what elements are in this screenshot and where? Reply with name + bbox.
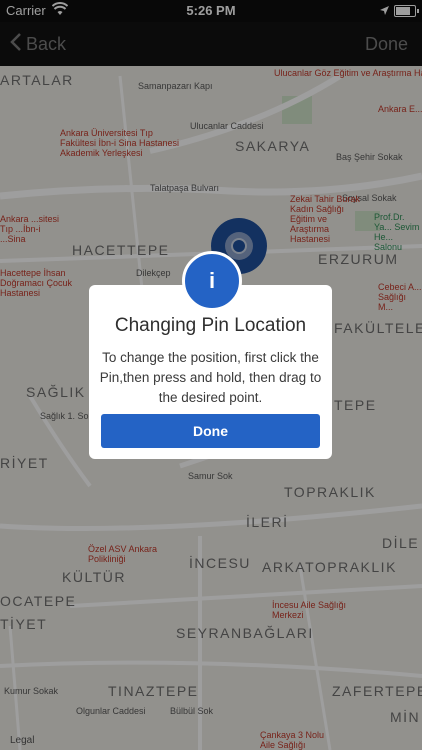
dialog-title: Changing Pin Location: [114, 315, 307, 336]
info-dialog: i Changing Pin Location To change the po…: [89, 251, 332, 459]
dialog-message: To change the position, first click the …: [99, 350, 322, 405]
info-icon: i: [182, 251, 242, 311]
dialog-done-button[interactable]: Done: [101, 414, 320, 448]
